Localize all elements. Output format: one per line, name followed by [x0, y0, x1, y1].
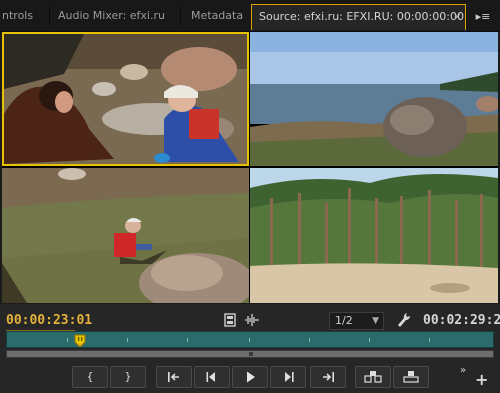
- camera-angle-1[interactable]: [2, 32, 249, 166]
- source-monitor-video[interactable]: [2, 32, 498, 303]
- duration-timecode: 00:02:29:22: [423, 313, 500, 328]
- mark-out-label: }: [124, 370, 132, 383]
- overwrite-icon: [403, 371, 419, 383]
- step-forward-icon: [285, 372, 294, 382]
- clip-boulder-on-seashore: [250, 32, 498, 166]
- filmstrip-icon[interactable]: [224, 313, 236, 330]
- play-button[interactable]: [232, 366, 268, 388]
- go-to-out-icon: [323, 372, 334, 382]
- go-to-out-button[interactable]: [310, 366, 346, 388]
- mark-in-label: {: [86, 370, 94, 383]
- clip-mother-and-child-on-rocks: [4, 34, 247, 164]
- step-back-button[interactable]: [194, 366, 230, 388]
- camera-angle-2[interactable]: [250, 32, 498, 166]
- wrench-icon[interactable]: [397, 312, 411, 331]
- go-to-in-button[interactable]: [156, 366, 192, 388]
- more-controls-icon[interactable]: »: [460, 365, 466, 376]
- tab-metadata[interactable]: Metadata: [191, 6, 247, 26]
- insert-button[interactable]: [355, 366, 391, 388]
- clip-pine-forest: [250, 168, 498, 303]
- chevron-down-icon: ▼: [372, 316, 379, 326]
- camera-angle-3[interactable]: [2, 168, 249, 303]
- insert-icon: [364, 371, 382, 383]
- step-forward-button[interactable]: [270, 366, 306, 388]
- current-timecode[interactable]: 00:00:23:01: [6, 313, 92, 328]
- mark-in-button[interactable]: {: [72, 366, 108, 388]
- scrollbar-grip[interactable]: [249, 352, 253, 356]
- tab-source-label: Source: efxi.ru: EFXI.RU: 00:00:00:00: [259, 10, 464, 23]
- mark-out-button[interactable]: }: [110, 366, 146, 388]
- tab-source[interactable]: Source: efxi.ru: EFXI.RU: 00:00:00:00 ×: [251, 4, 466, 30]
- step-back-icon: [206, 372, 215, 382]
- play-icon: [247, 371, 255, 383]
- tab-audio-mixer[interactable]: Audio Mixer: efxi.ru: [58, 6, 174, 26]
- panel-menu-icon[interactable]: ▸≡: [470, 9, 496, 25]
- close-tab-icon[interactable]: ×: [453, 5, 462, 29]
- zoom-level-value: 1/2: [335, 314, 353, 327]
- zoom-level-select[interactable]: 1/2 ▼: [329, 312, 384, 330]
- clip-child-on-grass: [2, 168, 249, 303]
- playhead-marker[interactable]: [74, 333, 86, 348]
- tab-divider: [180, 7, 181, 25]
- tab-divider: [49, 7, 50, 25]
- panel-tab-bar: ntrols Audio Mixer: efxi.ru Metadata Sou…: [0, 0, 500, 32]
- go-to-in-icon: [168, 372, 179, 382]
- tab-controls[interactable]: ntrols: [2, 6, 44, 26]
- zoom-scrollbar[interactable]: [6, 350, 494, 358]
- audio-waveform-icon[interactable]: [244, 313, 260, 330]
- camera-angle-4[interactable]: [250, 168, 498, 303]
- overwrite-button[interactable]: [393, 366, 429, 388]
- button-editor-plus-icon[interactable]: +: [475, 370, 488, 389]
